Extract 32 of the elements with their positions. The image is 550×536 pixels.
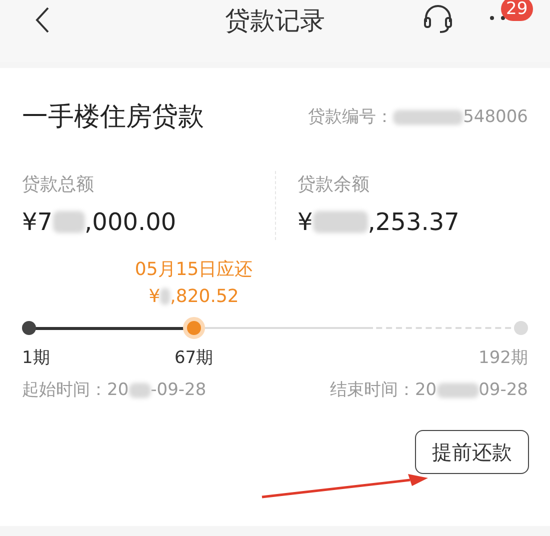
redaction-mark (436, 383, 479, 398)
amount-value: ,000.00 (84, 207, 176, 238)
loan-number-label: 贷款编号： (308, 106, 394, 129)
redaction-mark (393, 110, 464, 126)
page-title: 贷款记录 (225, 5, 325, 37)
amount-value: ,253.37 (368, 207, 460, 238)
redaction-mark (52, 211, 85, 233)
amount-value: ¥7 (22, 207, 53, 238)
date-label: 结束时间： (330, 379, 415, 402)
amount-value: ¥ (298, 207, 313, 238)
date-value: 09-28 (478, 379, 528, 402)
period-label: 192期 (478, 347, 528, 370)
date-label: 起始时间： (22, 379, 107, 402)
notification-badge: 29 (501, 0, 533, 21)
loan-number: 548006 (463, 106, 528, 129)
period-label: 67期 (174, 347, 214, 370)
redaction-mark (128, 383, 151, 398)
date-value: 20 (107, 379, 129, 402)
back-icon[interactable] (34, 6, 50, 34)
redaction-mark (160, 288, 170, 305)
amount-label: 贷款总额 (22, 173, 95, 197)
date-value: 20 (414, 379, 437, 402)
amount-label: 贷款余额 (298, 173, 370, 197)
redaction-mark (312, 211, 368, 233)
date-value: -09-28 (150, 379, 206, 402)
due-amount: ¥ (148, 285, 160, 309)
loan-name: 一手楼住房贷款 (22, 101, 204, 134)
period-label: 1期 (22, 347, 50, 370)
prepay-button[interactable]: 提前还款 (415, 430, 529, 474)
due-amount: ,820.52 (170, 285, 239, 309)
headset-icon[interactable] (422, 4, 454, 34)
due-date-label: 05月15日应还 (134, 258, 253, 282)
